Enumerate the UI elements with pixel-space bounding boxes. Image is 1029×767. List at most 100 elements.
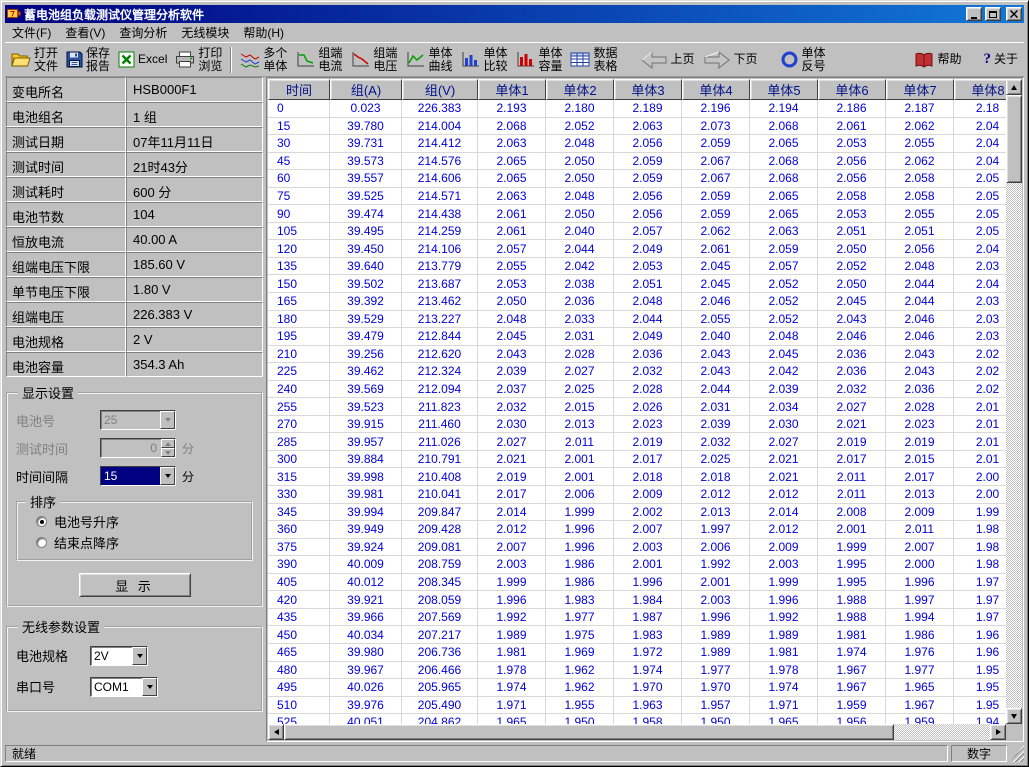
about-button[interactable]: ? 关于 (979, 44, 1022, 75)
cell-invert-button[interactable]: 单体反号 (776, 44, 830, 75)
table-row[interactable]: 1539.780214.0042.0682.0522.0632.0732.068… (268, 118, 1006, 136)
column-header[interactable]: 组(V) (402, 79, 478, 100)
table-cell: 2.043 (478, 346, 546, 364)
title-bar[interactable]: 蓄电池组负载测试仪管理分析软件 (5, 5, 1024, 23)
column-header[interactable]: 单体3 (614, 79, 682, 100)
table-row[interactable]: 19539.479212.8442.0452.0312.0492.0402.04… (268, 328, 1006, 346)
cell-capacity-button[interactable]: 单体容量 (511, 44, 566, 75)
chevron-down-icon[interactable] (132, 647, 147, 665)
resize-grip-icon[interactable] (1010, 745, 1024, 762)
table-row[interactable]: 30039.884210.7912.0212.0012.0172.0252.02… (268, 451, 1006, 469)
menu-item[interactable]: 帮助(H) (236, 23, 291, 42)
table-row[interactable]: 13539.640213.7792.0552.0422.0532.0452.05… (268, 258, 1006, 276)
table-row[interactable]: 24039.569212.0942.0372.0252.0282.0442.03… (268, 381, 1006, 399)
pack-current-button[interactable]: 组端电流 (291, 44, 346, 75)
horizontal-scrollbar[interactable] (268, 724, 1006, 740)
minimize-button[interactable] (966, 7, 982, 21)
column-header[interactable]: 单体4 (682, 79, 750, 100)
prev-page-button[interactable]: 上页 (636, 44, 699, 75)
table-cell: 2.001 (614, 556, 682, 574)
scroll-right-button[interactable] (990, 724, 1006, 740)
menu-item[interactable]: 文件(F) (5, 23, 58, 42)
menu-item[interactable]: 查看(V) (58, 23, 112, 42)
show-button[interactable]: 显 示 (79, 573, 191, 597)
column-header[interactable]: 单体1 (478, 79, 546, 100)
table-row[interactable]: 52540.051204.8621.9651.9501.9581.9501.96… (268, 714, 1006, 724)
horizontal-scroll-thumb[interactable] (284, 724, 894, 740)
table-row[interactable]: 12039.450214.1062.0572.0442.0492.0612.05… (268, 240, 1006, 258)
table-row[interactable]: 10539.495214.2592.0612.0402.0572.0622.06… (268, 223, 1006, 241)
table-row[interactable]: 27039.915211.4602.0302.0132.0232.0392.03… (268, 416, 1006, 434)
table-row[interactable]: 6039.557214.6062.0652.0502.0592.0672.068… (268, 170, 1006, 188)
table-row[interactable]: 46539.980206.7361.9811.9691.9721.9891.98… (268, 644, 1006, 662)
next-page-button[interactable]: 下页 (699, 44, 762, 75)
menu-item[interactable]: 无线模块 (174, 23, 236, 42)
sort-desc-radio[interactable]: 结束点降序 (24, 532, 245, 553)
scroll-up-button[interactable] (1006, 79, 1022, 95)
table-row[interactable]: 00.023226.3832.1932.1802.1892.1962.1942.… (268, 100, 1006, 118)
table-row[interactable]: 34539.994209.8472.0141.9992.0022.0132.01… (268, 504, 1006, 522)
table-row[interactable]: 22539.462212.3242.0392.0272.0322.0432.04… (268, 363, 1006, 381)
pack-voltage-button[interactable]: 组端电压 (346, 44, 401, 75)
table-row[interactable]: 37539.924209.0812.0071.9962.0032.0062.00… (268, 539, 1006, 557)
close-button[interactable] (1006, 7, 1022, 21)
com-port-combo[interactable]: COM1 (90, 677, 158, 697)
cell-curve-button[interactable]: 单体曲线 (401, 44, 456, 75)
print-preview-button[interactable]: 打印浏览 (171, 44, 226, 75)
table-cell: 2.045 (478, 328, 546, 346)
column-header[interactable]: 单体5 (750, 79, 818, 100)
table-row[interactable]: 16539.392213.4622.0502.0362.0482.0462.05… (268, 293, 1006, 311)
table-row[interactable]: 49540.026205.9651.9741.9621.9701.9701.97… (268, 679, 1006, 697)
table-row[interactable]: 28539.957211.0262.0272.0112.0192.0322.02… (268, 433, 1006, 451)
save-report-button[interactable]: 保存报告 (62, 44, 114, 75)
chevron-down-icon[interactable] (160, 467, 175, 485)
vertical-scrollbar[interactable] (1006, 79, 1022, 724)
open-file-button[interactable]: 打开文件 (7, 44, 62, 75)
table-row[interactable]: 39040.009208.7592.0031.9862.0011.9922.00… (268, 556, 1006, 574)
chevron-down-icon[interactable] (142, 678, 157, 696)
maximize-button[interactable] (985, 7, 1001, 21)
table-cell: 213.462 (402, 293, 478, 311)
column-header[interactable]: 时间 (268, 79, 330, 100)
table-row[interactable]: 42039.921208.0591.9961.9831.9842.0031.99… (268, 591, 1006, 609)
table-row[interactable]: 33039.981210.0412.0172.0062.0092.0122.01… (268, 486, 1006, 504)
table-row[interactable]: 36039.949209.4282.0121.9962.0071.9972.01… (268, 521, 1006, 539)
table-row[interactable]: 48039.967206.4661.9781.9621.9741.9771.97… (268, 662, 1006, 680)
table-row[interactable]: 3039.731214.4122.0632.0482.0562.0592.065… (268, 135, 1006, 153)
cell-compare-button[interactable]: 单体比较 (456, 44, 511, 75)
table-cell: 208.059 (402, 591, 478, 609)
help-button[interactable]: 帮助 (910, 44, 965, 75)
arrow-left-icon (274, 729, 279, 735)
table-row[interactable]: 21039.256212.6202.0432.0282.0362.0432.04… (268, 346, 1006, 364)
column-header[interactable]: 组(A) (330, 79, 402, 100)
column-header[interactable]: 单体7 (886, 79, 954, 100)
scroll-left-button[interactable] (268, 724, 284, 740)
column-header[interactable]: 单体2 (546, 79, 614, 100)
table-row[interactable]: 51039.976205.4901.9711.9551.9631.9571.97… (268, 697, 1006, 715)
radio-icon (36, 516, 47, 527)
table-row[interactable]: 15039.502213.6872.0532.0382.0512.0452.05… (268, 275, 1006, 293)
multi-cell-button[interactable]: 多个单体 (236, 44, 291, 75)
battery-spec-combo[interactable]: 2V (90, 646, 148, 666)
column-header[interactable]: 单体8 (954, 79, 1006, 100)
excel-button[interactable]: Excel (114, 44, 171, 75)
column-header[interactable]: 单体6 (818, 79, 886, 100)
table-row[interactable]: 7539.525214.5712.0632.0482.0562.0592.065… (268, 188, 1006, 206)
vertical-scroll-thumb[interactable] (1006, 95, 1022, 183)
table-row[interactable]: 40540.012208.3451.9991.9861.9962.0011.99… (268, 574, 1006, 592)
sort-asc-radio[interactable]: 电池号升序 (24, 511, 245, 532)
table-cell: 1.999 (818, 539, 886, 557)
table-row[interactable]: 4539.573214.5762.0652.0502.0592.0672.068… (268, 153, 1006, 171)
menu-item[interactable]: 查询分析 (112, 23, 174, 42)
scroll-down-button[interactable] (1006, 708, 1022, 724)
table-row[interactable]: 31539.998210.4082.0192.0012.0182.0182.02… (268, 468, 1006, 486)
table-cell: 2.039 (478, 363, 546, 381)
table-row[interactable]: 18039.529213.2272.0482.0332.0442.0552.05… (268, 311, 1006, 329)
data-table-button[interactable]: 数据表格 (566, 44, 621, 75)
table-cell: 90 (268, 205, 330, 223)
table-row[interactable]: 45040.034207.2171.9891.9751.9831.9891.98… (268, 626, 1006, 644)
table-row[interactable]: 43539.966207.5691.9921.9771.9871.9961.99… (268, 609, 1006, 627)
interval-combo[interactable]: 15 (100, 466, 176, 486)
table-row[interactable]: 9039.474214.4382.0612.0502.0562.0592.065… (268, 205, 1006, 223)
table-row[interactable]: 25539.523211.8232.0322.0152.0262.0312.03… (268, 398, 1006, 416)
